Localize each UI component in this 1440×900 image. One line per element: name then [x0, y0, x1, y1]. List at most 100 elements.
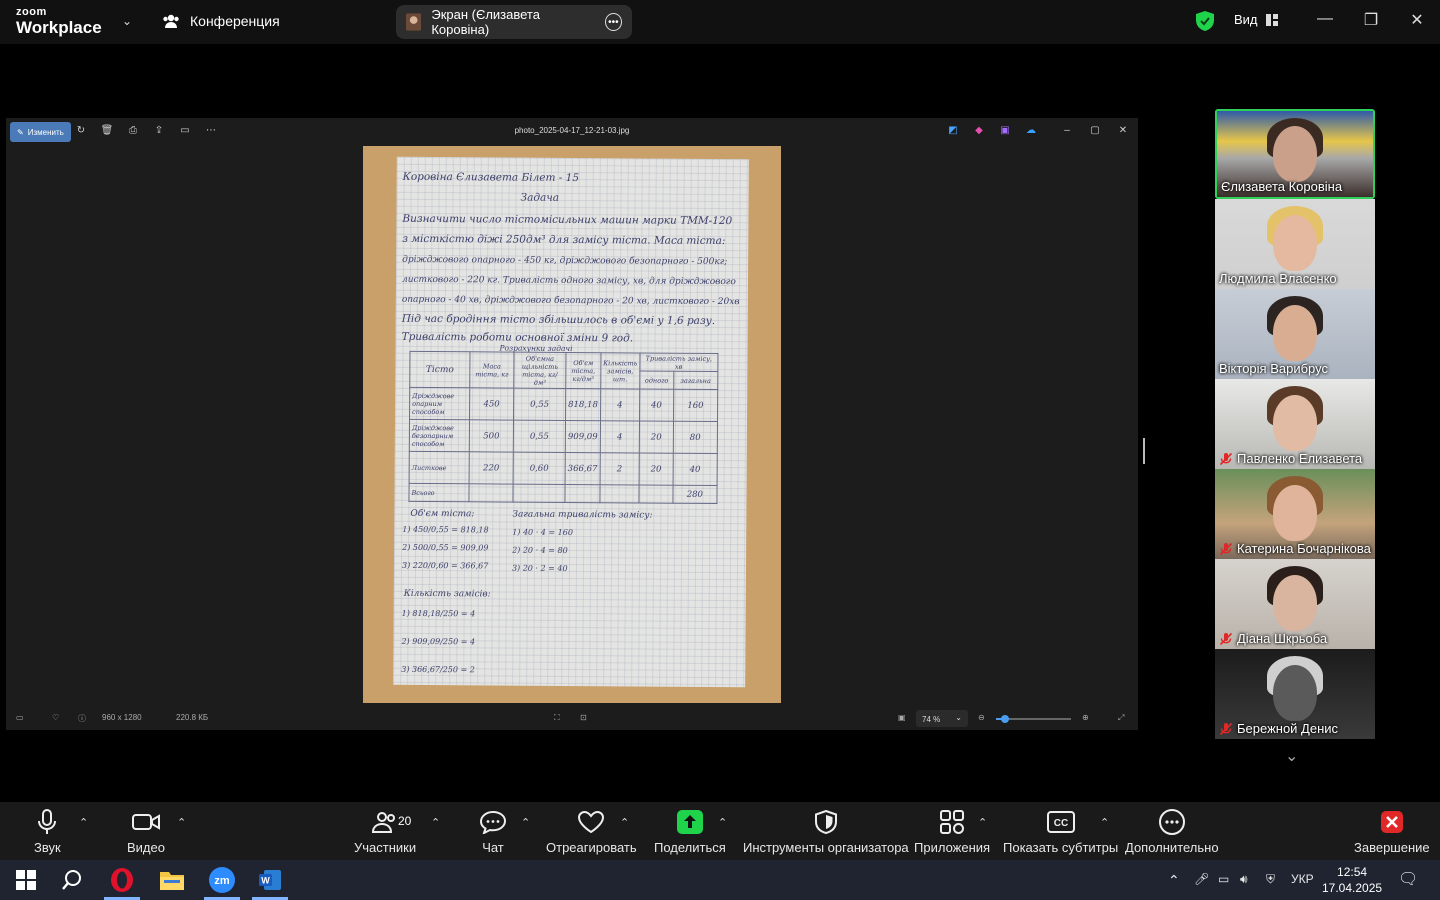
participant-tile[interactable]: Діана Шкрьоба: [1215, 559, 1375, 649]
fit-icon[interactable]: ⛶: [554, 713, 560, 723]
captions-options-caret[interactable]: ⌃: [1100, 816, 1109, 829]
participant-tile[interactable]: Катерина Бочарнікова: [1215, 469, 1375, 559]
end-meeting-label: Завершение: [1354, 840, 1430, 855]
security-tray-icon[interactable]: ⛨: [1266, 872, 1275, 887]
video-label: Видео: [127, 840, 165, 855]
screen-share-indicator[interactable]: Экран (Єлизавета Коровіна) •••: [396, 5, 632, 39]
clipchamp-icon[interactable]: ▣: [998, 124, 1012, 138]
calc-line: 3) 220/0,60 = 366,67: [401, 560, 489, 571]
image-dimensions: 960 x 1280: [102, 713, 142, 722]
calc-table: Тісто Маса тіста, кг Об'ємна щільність тіс…: [408, 351, 718, 504]
host-tools-button[interactable]: Инструменты организатора: [743, 808, 909, 855]
keyboard-language[interactable]: УКР: [1291, 872, 1314, 886]
calc-line: 2) 500/0,55 = 909,09: [402, 542, 489, 553]
table-cell: [512, 484, 566, 503]
clock-time: 12:54: [1337, 865, 1368, 879]
zoom-in-icon[interactable]: ⊕: [1082, 713, 1089, 722]
zoom-slider-knob[interactable]: [1001, 715, 1009, 723]
react-options-caret[interactable]: ⌃: [620, 816, 629, 829]
zoom-slider[interactable]: [996, 715, 1071, 723]
chat-icon: [480, 810, 506, 834]
volume-icon[interactable]: 🔊︎: [1240, 872, 1248, 887]
chat-button[interactable]: Чат: [480, 808, 506, 855]
svg-text:W: W: [261, 876, 270, 886]
viewer-minimize-icon[interactable]: –: [1060, 124, 1074, 138]
table-header-cell: Маса тіста, кг: [469, 351, 514, 389]
onedrive-icon[interactable]: ☁: [1024, 124, 1038, 138]
end-meeting-button[interactable]: Завершение: [1354, 808, 1430, 855]
shield-icon: [814, 810, 837, 834]
tray-microphone-icon[interactable]: 🎤︎: [1194, 872, 1209, 886]
file-explorer-icon[interactable]: [158, 866, 186, 894]
zoom-level: 74 %: [922, 715, 941, 724]
search-icon[interactable]: [58, 866, 86, 894]
table-cell: 220: [469, 451, 514, 485]
favorite-icon[interactable]: ♡: [52, 713, 59, 722]
chat-options-caret[interactable]: ⌃: [521, 816, 530, 829]
paper-line: Під час бродіння тісто збільшилось в об'…: [401, 312, 716, 328]
info-icon[interactable]: ⓘ: [78, 713, 86, 724]
paper-line: Тривалість роботи основної зміни 9 год.: [401, 330, 634, 345]
more-button[interactable]: Дополнительно: [1125, 808, 1219, 855]
zoom-out-icon[interactable]: ⊖: [978, 713, 985, 722]
copilot-icon[interactable]: ◆: [972, 124, 986, 138]
audio-button[interactable]: Звук: [34, 808, 61, 855]
network-icon[interactable]: ▭: [1218, 872, 1229, 886]
zoom-app-icon[interactable]: zm: [208, 866, 236, 894]
viewer-close-icon[interactable]: ✕: [1116, 124, 1130, 138]
windows-start-icon[interactable]: [12, 866, 40, 894]
participant-tile[interactable]: Єлизавета Коровіна: [1215, 109, 1375, 199]
table-header-cell: одного: [639, 370, 674, 390]
mic-muted-icon: [1219, 722, 1233, 735]
viewer-maximize-icon[interactable]: ▢: [1088, 124, 1102, 138]
table-cell: 0,60: [513, 452, 566, 485]
table-header-cell: Об'ємна щільність тіста, кг/дм³: [513, 352, 566, 389]
share-screen-button[interactable]: Поделиться: [654, 808, 726, 855]
designer-icon[interactable]: ◩: [946, 124, 960, 138]
table-cell: 818,18: [565, 388, 601, 421]
close-icon[interactable]: ✕: [1405, 10, 1429, 30]
chevron-down-icon[interactable]: ⌄: [1285, 746, 1298, 766]
video-button[interactable]: Видео: [127, 808, 165, 855]
video-options-caret[interactable]: ⌃: [177, 816, 186, 829]
participant-tile[interactable]: Бережной Денис: [1215, 649, 1375, 739]
minimize-icon[interactable]: —: [1313, 10, 1337, 28]
zoom-level-select[interactable]: 74 % ⌄: [916, 710, 968, 727]
windows-taskbar: zm W ⌃ 🎤︎ ▭ 🔊︎ ⛨ УКР 12:54 17.04.2025 🗨︎: [0, 860, 1440, 900]
gallery-resize-handle[interactable]: [1143, 438, 1145, 464]
actual-size-icon[interactable]: ⊡: [580, 713, 587, 722]
presenter-avatar: [406, 13, 422, 31]
closed-captions-icon: CC: [1046, 811, 1075, 833]
calc-line: 3) 366,67/250 = 2: [401, 664, 475, 675]
view-button[interactable]: Вид: [1234, 12, 1278, 27]
share-options-caret[interactable]: ⌃: [718, 816, 727, 829]
participant-tile[interactable]: Людмила Власенко: [1215, 199, 1375, 289]
meeting-info-button[interactable]: Конференция: [162, 13, 280, 29]
calc-line: 1) 40 · 4 = 160: [512, 527, 573, 538]
table-cell: [599, 484, 639, 503]
word-app-icon[interactable]: W: [256, 866, 284, 894]
table-cell: 280: [672, 485, 717, 504]
system-clock[interactable]: 12:54 17.04.2025: [1322, 864, 1382, 896]
notifications-icon[interactable]: 🗨︎: [1398, 869, 1418, 889]
participant-name: Павленко Елизавета: [1237, 451, 1363, 466]
table-cell: [564, 484, 600, 503]
participant-tile[interactable]: Павленко Елизавета: [1215, 379, 1375, 469]
participants-options-caret[interactable]: ⌃: [431, 816, 440, 829]
mic-muted-icon: [1219, 452, 1233, 465]
security-shield-icon[interactable]: [1196, 11, 1214, 31]
filmstrip-icon[interactable]: ▭: [16, 713, 24, 722]
maximize-icon[interactable]: ❐: [1359, 10, 1383, 30]
chevron-down-icon[interactable]: ⌄: [122, 14, 132, 28]
opera-browser-icon[interactable]: [108, 866, 136, 894]
fullscreen-icon[interactable]: ⤢: [1118, 713, 1124, 723]
chat-label: Чат: [482, 840, 504, 855]
apps-options-caret[interactable]: ⌃: [978, 816, 987, 829]
grid-view-icon: [1265, 13, 1278, 26]
participant-name: Вікторія Варибрус: [1219, 361, 1328, 376]
participant-tile[interactable]: Вікторія Варибрус: [1215, 289, 1375, 379]
zoom-fit-icon[interactable]: ▣: [898, 713, 906, 722]
more-options-icon[interactable]: •••: [604, 13, 622, 31]
tray-expand-icon[interactable]: ⌃: [1168, 872, 1180, 889]
audio-options-caret[interactable]: ⌃: [79, 816, 88, 829]
